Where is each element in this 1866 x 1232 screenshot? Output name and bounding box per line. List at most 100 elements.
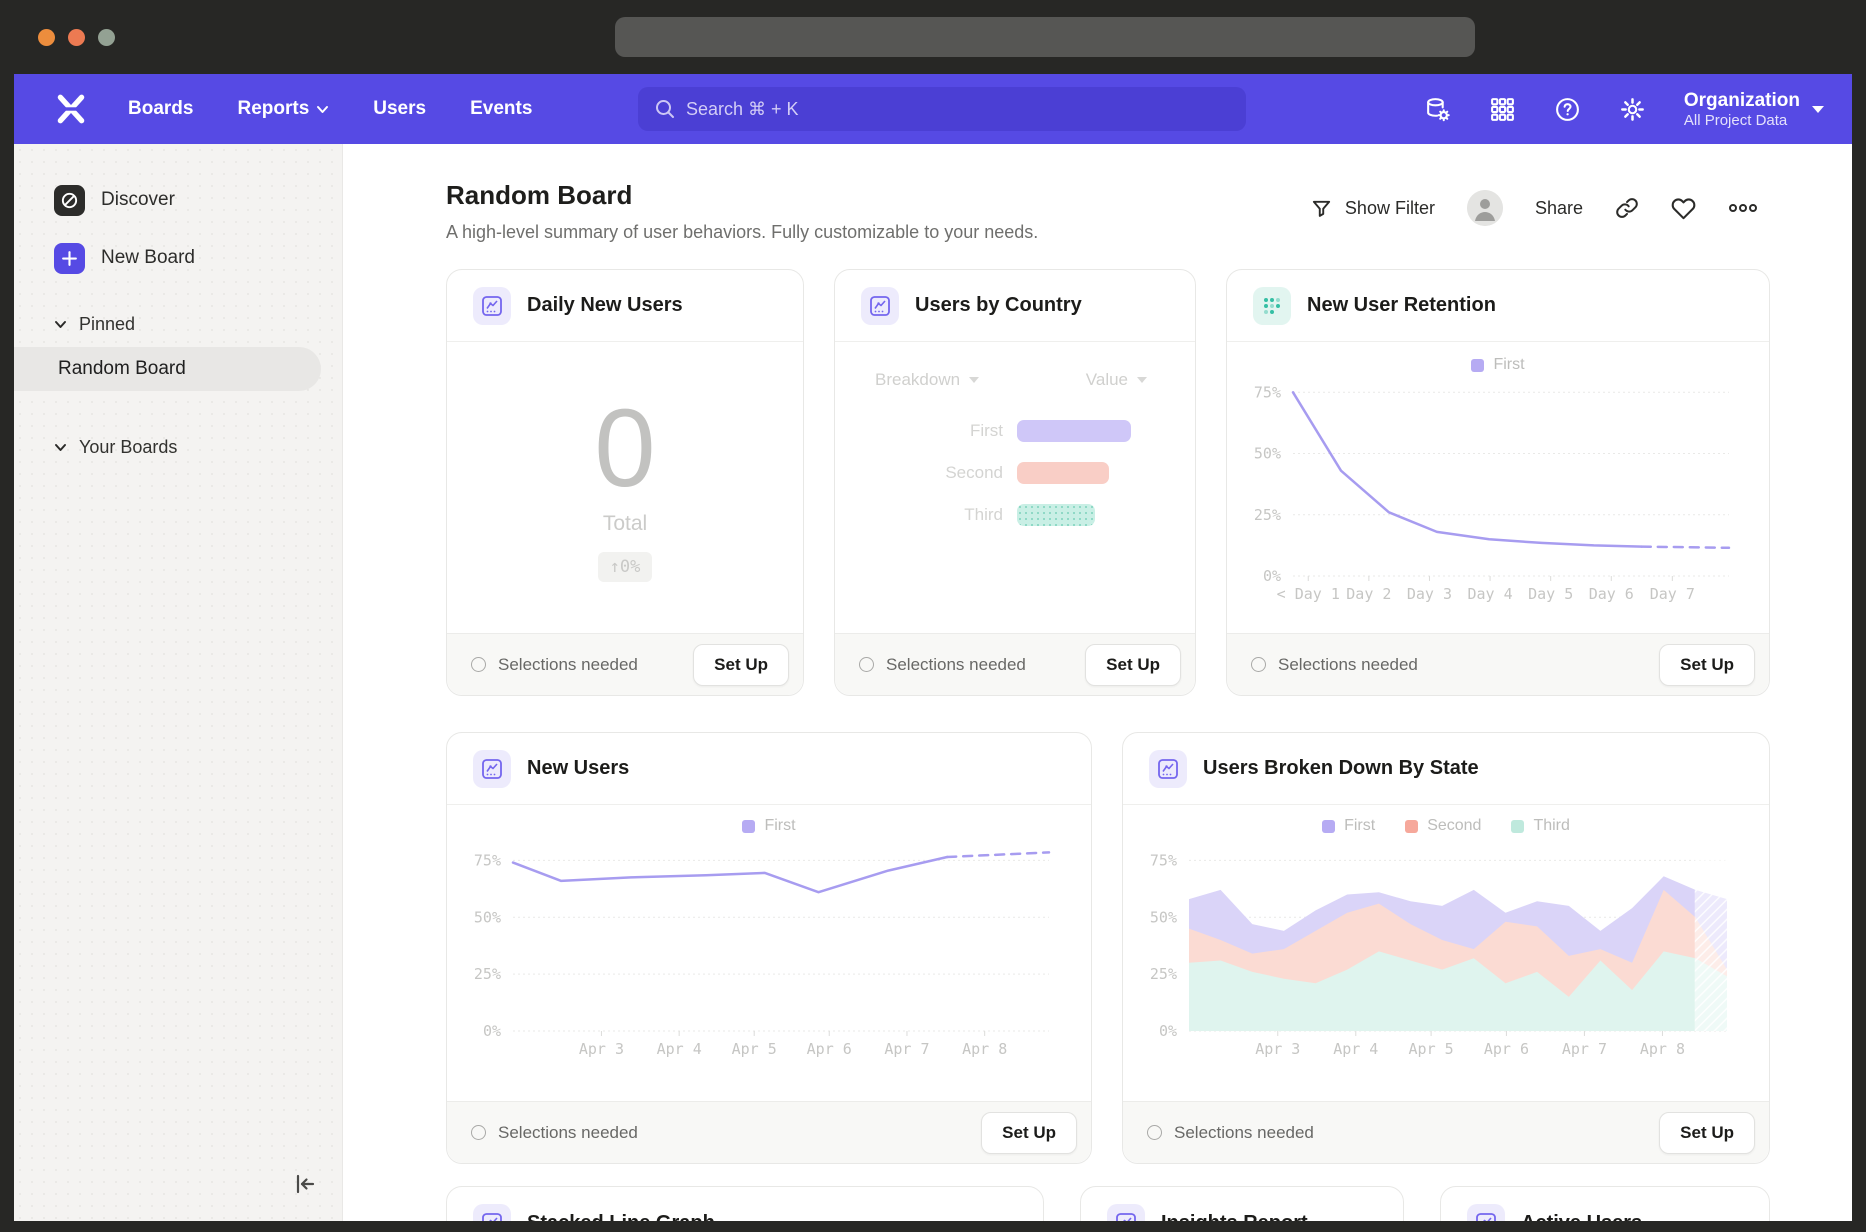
sidebar-item-new-board[interactable]: New Board xyxy=(54,236,342,280)
card-footer: Selections needed Set Up xyxy=(447,633,803,695)
window-titlebar xyxy=(0,0,1866,74)
chevron-down-icon xyxy=(1137,377,1147,383)
status-label: Selections needed xyxy=(498,655,638,675)
svg-text:Apr 4: Apr 4 xyxy=(1333,1040,1378,1058)
line-chart-icon xyxy=(473,1204,511,1221)
sidebar-section-your-boards[interactable]: Your Boards xyxy=(54,437,342,458)
search-placeholder: Search ⌘ + K xyxy=(686,99,799,120)
sidebar-item-discover[interactable]: Discover xyxy=(54,178,342,222)
svg-text:Day 3: Day 3 xyxy=(1407,585,1452,603)
line-chart-icon xyxy=(861,287,899,325)
gear-icon[interactable] xyxy=(1619,96,1646,123)
copy-link-icon[interactable] xyxy=(1615,196,1639,220)
status-circle-icon xyxy=(1251,657,1266,672)
window-zoom-button[interactable] xyxy=(98,29,115,46)
filter-funnel-icon xyxy=(1310,197,1333,220)
svg-text:25%: 25% xyxy=(474,965,501,983)
search-input[interactable]: Search ⌘ + K xyxy=(638,87,1246,131)
card-users-by-country[interactable]: Users by Country Breakdown Value First xyxy=(834,269,1196,696)
favorite-heart-icon[interactable] xyxy=(1671,196,1696,221)
legend-item-first: First xyxy=(742,817,795,835)
legend-label: First xyxy=(1344,817,1375,835)
svg-text:25%: 25% xyxy=(1150,965,1177,983)
nav-item-reports-label: Reports xyxy=(237,98,309,120)
sidebar-item-label: New Board xyxy=(101,247,195,269)
card-insights-report[interactable]: Insights Report xyxy=(1080,1186,1404,1221)
line-chart-icon xyxy=(473,750,511,788)
country-bar-list: First Second Third xyxy=(853,420,1177,546)
svg-text:25%: 25% xyxy=(1254,506,1281,524)
show-filter-button[interactable]: Show Filter xyxy=(1310,197,1435,220)
selections-needed-status: Selections needed xyxy=(471,1123,638,1143)
svg-text:0%: 0% xyxy=(1159,1022,1177,1040)
svg-text:Apr 3: Apr 3 xyxy=(579,1040,624,1058)
window-close-button[interactable] xyxy=(38,29,55,46)
nav-item-reports[interactable]: Reports xyxy=(237,98,329,120)
set-up-button[interactable]: Set Up xyxy=(1085,644,1181,686)
card-new-users[interactable]: New Users First 75%50%25%0%Apr 3Apr 4Apr… xyxy=(446,732,1092,1164)
nav-item-events-label: Events xyxy=(470,98,532,120)
status-circle-icon xyxy=(1147,1125,1162,1140)
legend-item-third: Third xyxy=(1511,817,1569,835)
avatar[interactable] xyxy=(1467,190,1503,226)
bar-label: Third xyxy=(853,505,1003,525)
share-button[interactable]: Share xyxy=(1535,198,1583,219)
metric-value: 0 xyxy=(594,394,655,504)
svg-text:Apr 6: Apr 6 xyxy=(1484,1040,1529,1058)
set-up-button[interactable]: Set Up xyxy=(693,644,789,686)
status-label: Selections needed xyxy=(1174,1123,1314,1143)
card-title: Active Users xyxy=(1521,1212,1642,1222)
card-title: Stacked Line Graph xyxy=(527,1212,715,1222)
card-users-by-state[interactable]: Users Broken Down By State First Second … xyxy=(1122,732,1770,1164)
nav-item-users[interactable]: Users xyxy=(373,98,426,120)
sidebar-item-random-board[interactable]: Random Board xyxy=(14,347,321,391)
nav-item-boards-label: Boards xyxy=(128,98,193,120)
sidebar-collapse-icon[interactable] xyxy=(290,1169,320,1199)
legend-item-first: First xyxy=(1322,817,1375,835)
help-icon[interactable] xyxy=(1554,96,1581,123)
card-active-users[interactable]: Active Users xyxy=(1440,1186,1770,1221)
board-main: Random Board A high-level summary of use… xyxy=(343,144,1852,1221)
svg-text:Apr 7: Apr 7 xyxy=(884,1040,929,1058)
page-subtitle: A high-level summary of user behaviors. … xyxy=(446,222,1038,243)
browser-address-bar[interactable] xyxy=(615,17,1475,57)
svg-text:Day 4: Day 4 xyxy=(1467,585,1512,603)
mixpanel-logo-icon[interactable] xyxy=(54,92,88,126)
bar-first xyxy=(1017,420,1131,442)
board-name: Random Board xyxy=(58,358,186,380)
status-circle-icon xyxy=(859,657,874,672)
legend-item-first: First xyxy=(1471,356,1524,374)
card-daily-new-users[interactable]: Daily New Users 0 Total ↑0% Selections n… xyxy=(446,269,804,696)
chart-legend: First Second Third xyxy=(1123,817,1769,835)
set-up-button[interactable]: Set Up xyxy=(1659,644,1755,686)
value-dropdown[interactable]: Value xyxy=(1086,370,1147,390)
svg-text:50%: 50% xyxy=(1254,445,1281,463)
retention-line-chart: 75%50%25%0%< Day 1Day 2Day 3Day 4Day 5Da… xyxy=(1235,374,1763,606)
show-filter-label: Show Filter xyxy=(1345,198,1435,219)
card-new-user-retention[interactable]: New User Retention First 75%50%25%0%< Da… xyxy=(1226,269,1770,696)
breakdown-dropdown[interactable]: Breakdown xyxy=(875,370,979,390)
status-circle-icon xyxy=(471,1125,486,1140)
sidebar-section-pinned[interactable]: Pinned xyxy=(54,314,342,335)
project-name: All Project Data xyxy=(1684,112,1800,129)
nav-item-events[interactable]: Events xyxy=(470,98,532,120)
set-up-button[interactable]: Set Up xyxy=(1659,1112,1755,1154)
card-title: New Users xyxy=(527,757,629,780)
legend-item-second: Second xyxy=(1405,817,1481,835)
set-up-button[interactable]: Set Up xyxy=(981,1112,1077,1154)
metric-delta-badge: ↑0% xyxy=(598,552,653,582)
svg-text:Apr 5: Apr 5 xyxy=(1409,1040,1454,1058)
organization-switcher[interactable]: Organization All Project Data xyxy=(1684,89,1824,130)
svg-text:Apr 6: Apr 6 xyxy=(807,1040,852,1058)
more-options-icon[interactable] xyxy=(1728,201,1758,215)
apps-grid-icon[interactable] xyxy=(1489,96,1516,123)
window-minimize-button[interactable] xyxy=(68,29,85,46)
card-stacked-line-graph[interactable]: Stacked Line Graph xyxy=(446,1186,1044,1221)
data-management-icon[interactable] xyxy=(1424,96,1451,123)
nav-item-boards[interactable]: Boards xyxy=(128,98,193,120)
bar-third xyxy=(1017,504,1095,526)
svg-text:Apr 4: Apr 4 xyxy=(657,1040,702,1058)
svg-text:75%: 75% xyxy=(1150,851,1177,869)
board-actions: Show Filter Share xyxy=(1310,190,1758,226)
retention-grid-icon xyxy=(1253,287,1291,325)
